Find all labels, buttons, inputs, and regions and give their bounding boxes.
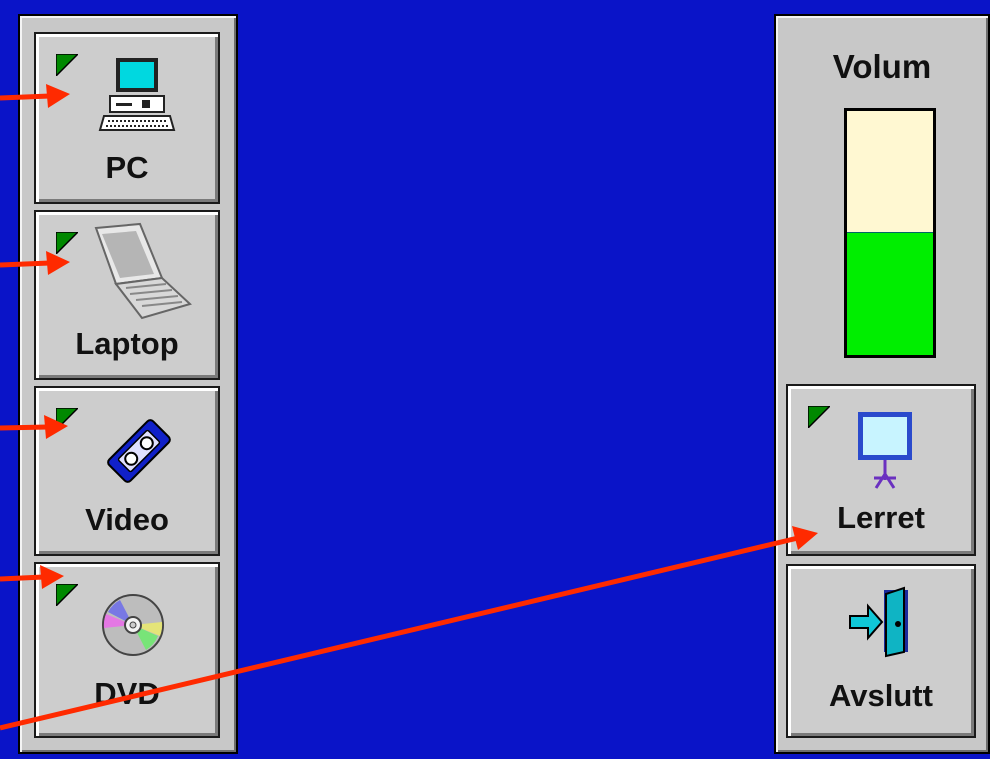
volume-meter[interactable] [844,108,936,358]
video-button[interactable]: Video [34,386,220,556]
source-panel: PC Laptop Video DVD [18,14,238,754]
dvd-button[interactable]: DVD [34,562,220,738]
videocassette-icon [107,419,171,483]
pc-button[interactable]: PC [34,32,220,204]
exit-button[interactable]: Avslutt [786,564,976,738]
volume-title: Volum [832,48,932,85]
laptop-label: Laptop [75,326,179,361]
volume-level-fill [847,232,933,355]
laptop-button[interactable]: Laptop [34,210,220,380]
status-indicator-icon [56,54,78,76]
dvd-disc-icon [102,594,164,656]
status-indicator-icon [56,408,78,430]
laptop-icon [94,222,192,320]
dvd-label: DVD [94,676,160,711]
status-indicator-icon [56,584,78,606]
exit-label: Avslutt [829,678,933,713]
projection-screen-icon [858,412,912,489]
screen-button[interactable]: Lerret [786,384,976,556]
status-indicator-icon [808,406,830,428]
status-indicator-icon [56,232,78,254]
desktop-computer-icon [98,58,176,131]
control-panel: Volum Lerret Avslutt [774,14,990,754]
video-label: Video [85,502,169,537]
pc-label: PC [105,150,149,185]
screen-label: Lerret [837,500,925,535]
exit-door-icon [849,586,908,658]
